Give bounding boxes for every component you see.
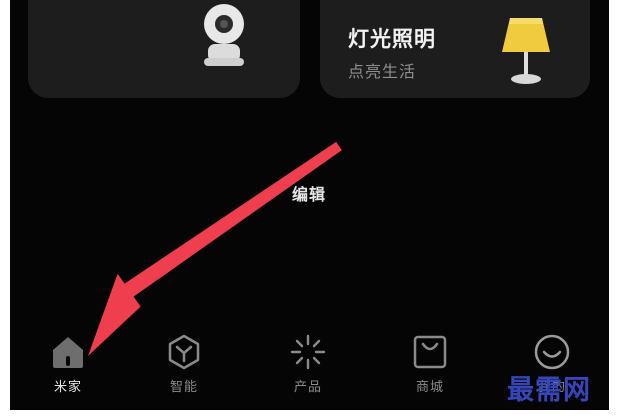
device-card-lighting[interactable]: 灯光照明 点亮生活 <box>320 0 590 98</box>
watermark-text: 最需网 <box>507 375 591 406</box>
device-card-camera[interactable] <box>28 0 300 98</box>
tab-label: 商城 <box>415 380 444 395</box>
tab-products[interactable]: 产品 <box>268 332 348 395</box>
tab-label: 产品 <box>293 380 322 395</box>
card-subtitle: 点亮生活 <box>348 62 417 81</box>
sparkle-icon <box>290 334 326 370</box>
tab-label: 米家 <box>53 380 82 395</box>
tab-label: 智能 <box>169 380 198 395</box>
smiley-icon <box>534 334 570 370</box>
table-lamp-icon <box>502 18 550 84</box>
tab-smart[interactable]: 智能 <box>144 332 224 395</box>
smart-hexagon-icon <box>168 334 200 370</box>
card-title: 灯光照明 <box>348 27 436 51</box>
shopping-bag-icon <box>413 335 447 369</box>
app-screen: 灯光照明 点亮生活 编辑 米家 智能 产品 商城 我的 <box>10 0 609 410</box>
edit-button[interactable]: 编辑 <box>292 181 326 205</box>
tab-home[interactable]: 米家 <box>28 332 108 395</box>
tab-store[interactable]: 商城 <box>390 332 470 395</box>
security-camera-icon <box>204 4 244 66</box>
home-icon <box>53 337 83 368</box>
